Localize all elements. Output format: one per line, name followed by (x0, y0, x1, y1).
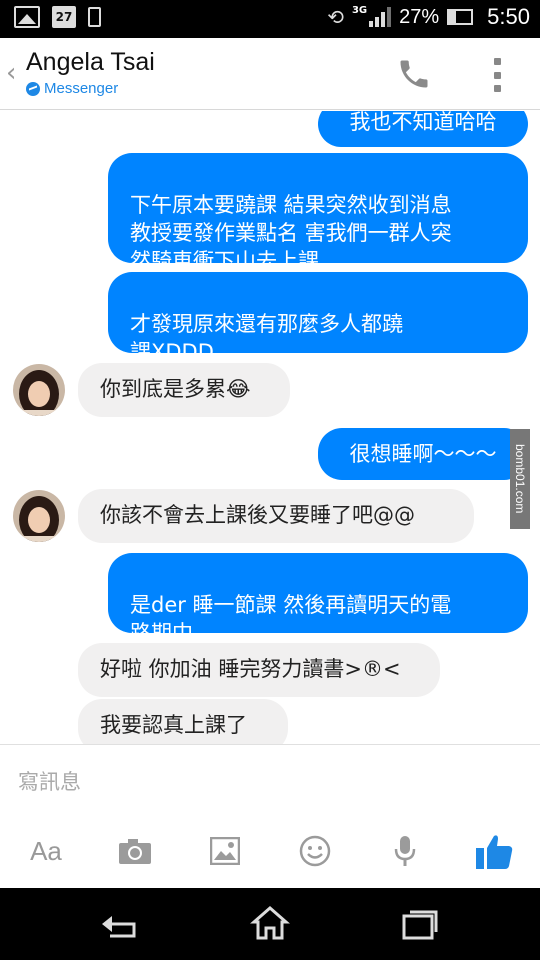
message-text: 很想睡啊～～～ (349, 442, 497, 466)
image-icon (210, 837, 240, 865)
battery-percentage: 27% (399, 5, 440, 28)
overflow-menu-icon[interactable] (494, 58, 502, 92)
clock: 5:50 (487, 4, 530, 29)
thumbs-up-icon (476, 835, 513, 869)
conversation-header: ‹ Angela Tsai Messenger (0, 38, 540, 110)
message-bubble-incoming[interactable]: 好啦 你加油 睡完努力讀書>®< (78, 643, 440, 697)
message-bubble-outgoing[interactable]: 我也不知道哈哈 (318, 111, 528, 147)
phone-notification-icon (88, 7, 101, 27)
message-bubble-outgoing[interactable]: 才發現原來還有那麼多人都蹺 課XDDD (108, 272, 528, 364)
message-input[interactable] (0, 745, 540, 819)
message-text: 你該不會去上課後又要睡了吧@@ (100, 503, 415, 527)
header-subtitle: Messenger (26, 80, 118, 97)
gallery-button[interactable] (203, 829, 247, 873)
back-chevron-icon[interactable]: ‹ (6, 58, 16, 88)
phone-call-icon[interactable] (396, 56, 432, 92)
message-bubble-outgoing[interactable]: 很想睡啊～～～ (318, 428, 528, 480)
message-text: 下午原本要蹺課 結果突然收到消息 教授要發作業點名 害我們一群人突 然騎車衝下山… (130, 193, 452, 273)
message-bubble-incoming[interactable]: 你該不會去上課後又要睡了吧@@ (78, 489, 474, 543)
message-text: 是der 睡一節課 然後再讀明天的電 路期中 (130, 593, 452, 645)
camera-icon (119, 839, 151, 864)
notification-icons: 27 (14, 6, 101, 28)
message-text: 才發現原來還有那麼多人都蹺 課XDDD (130, 312, 403, 364)
text-format-button[interactable]: Aa (24, 829, 68, 873)
subtitle-label: Messenger (44, 80, 119, 97)
message-text: 你到底是多累😂 (100, 377, 251, 401)
message-bubble-outgoing[interactable]: 下午原本要蹺課 結果突然收到消息 教授要發作業點名 害我們一群人突 然騎車衝下山… (108, 153, 528, 273)
gallery-notification-icon (14, 6, 40, 28)
message-list[interactable]: 我也不知道哈哈 下午原本要蹺課 結果突然收到消息 教授要發作業點名 害我們一群人… (0, 111, 540, 744)
status-bar: 27 ⟲ 3G 27% 5:50 (0, 0, 540, 38)
battery-icon (447, 9, 474, 25)
navigation-bar (0, 888, 540, 960)
voice-button[interactable] (383, 829, 427, 873)
message-text: 我要認真上課了 (100, 713, 247, 737)
camera-button[interactable] (113, 829, 157, 873)
emoji-button[interactable] (293, 829, 337, 873)
messenger-icon (26, 81, 40, 96)
message-bubble-incoming[interactable]: 我要認真上課了 (78, 699, 288, 744)
calendar-notification-icon: 27 (52, 6, 76, 28)
contact-avatar[interactable] (13, 490, 65, 542)
smiley-icon (299, 835, 331, 867)
network-type: 3G (351, 4, 368, 16)
contact-avatar[interactable] (13, 364, 65, 416)
signal-icon (369, 7, 392, 27)
contact-name[interactable]: Angela Tsai (26, 48, 155, 77)
message-bubble-incoming[interactable]: 你到底是多累😂 (78, 363, 290, 417)
message-text: 我也不知道哈哈 (349, 111, 497, 134)
message-bubble-outgoing[interactable]: 是der 睡一節課 然後再讀明天的電 路期中 (108, 553, 528, 645)
rotation-lock-icon: ⟲ (327, 5, 344, 29)
home-icon[interactable] (248, 902, 292, 946)
watermark: bomb01.com (510, 429, 530, 529)
composer: Aa (0, 744, 540, 888)
recent-apps-icon[interactable] (398, 902, 442, 946)
like-button[interactable] (472, 829, 516, 873)
back-icon[interactable] (98, 902, 142, 946)
message-text: 好啦 你加油 睡完努力讀書>®< (100, 657, 401, 681)
system-icons: ⟲ 3G 27% 5:50 (327, 4, 530, 30)
microphone-icon (394, 836, 416, 866)
